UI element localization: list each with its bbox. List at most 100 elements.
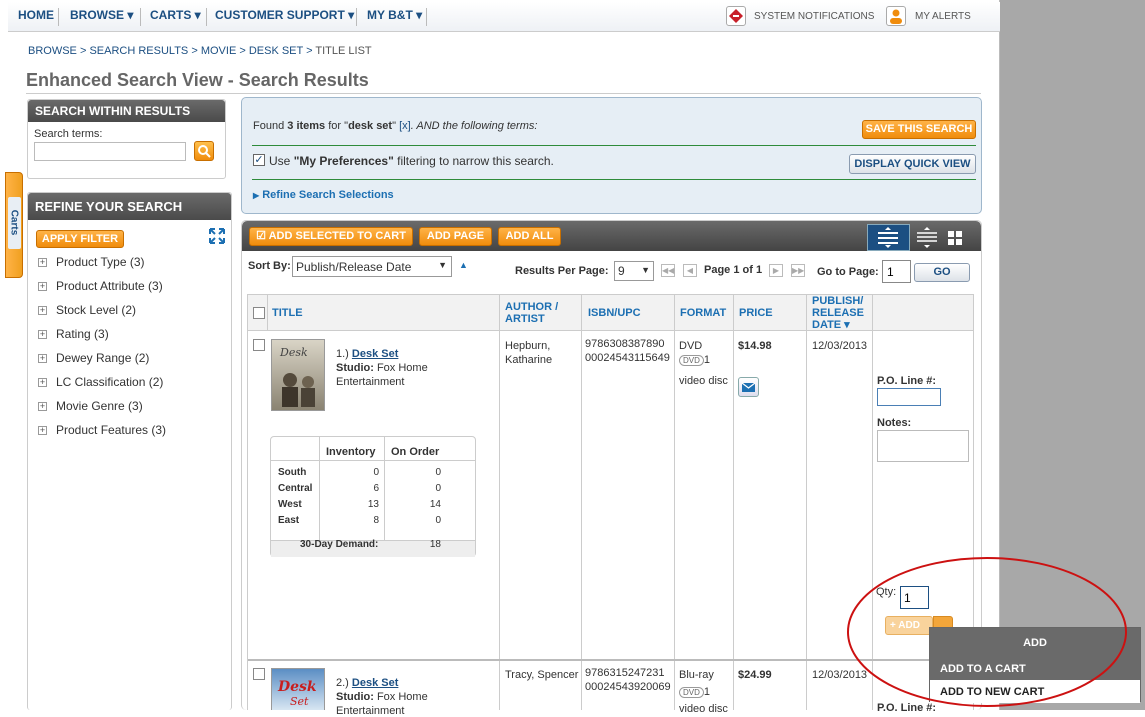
previous-page-icon[interactable]: ◀ (683, 264, 697, 277)
system-notifications-icon[interactable] (726, 6, 746, 26)
expand-plus-icon[interactable]: + (38, 330, 47, 339)
expand-plus-icon[interactable]: + (38, 378, 47, 387)
expand-plus-icon[interactable]: + (38, 426, 47, 435)
detail-view-icon[interactable] (914, 226, 940, 249)
refine-item[interactable]: + Movie Genre (3) (38, 399, 143, 413)
inventory-header: Inventory (326, 446, 376, 458)
title-link[interactable]: Desk Set (352, 677, 398, 689)
sort-ascending-icon[interactable]: ▲ (459, 260, 468, 270)
refine-item[interactable]: + Stock Level (2) (38, 303, 136, 317)
nav-customer-support[interactable]: CUSTOMER SUPPORT ▾ (215, 8, 354, 22)
remove-term-link[interactable]: [x] (399, 120, 411, 132)
breadcrumb-desk-set[interactable]: DESK SET (249, 45, 303, 57)
breadcrumb-movie[interactable]: MOVIE (201, 45, 236, 57)
author-text: Katharine (505, 354, 553, 366)
search-button[interactable] (194, 141, 214, 161)
breadcrumb-title-list: TITLE LIST (315, 45, 372, 57)
svg-text:Desk: Desk (277, 679, 317, 695)
go-to-page-label: Go to Page: (817, 266, 879, 278)
add-page-button[interactable]: ADD PAGE (419, 227, 492, 246)
format-text: video disc (679, 375, 728, 387)
refine-item[interactable]: + LC Classification (2) (38, 375, 163, 389)
column-divider (674, 295, 675, 710)
add-all-button[interactable]: ADD ALL (498, 227, 561, 246)
column-divider (267, 295, 268, 331)
expand-plus-icon[interactable]: + (38, 258, 47, 267)
system-notifications-link[interactable]: SYSTEM NOTIFICATIONS (754, 11, 874, 22)
found-text: Found 3 items for "desk set" [x]. AND th… (253, 120, 538, 132)
on-order-value: 0 (435, 515, 441, 526)
sort-by-select[interactable]: Publish/Release Date ▼ (292, 256, 452, 277)
row-checkbox[interactable] (253, 339, 265, 351)
studio-text: Studio: Fox Home (336, 691, 428, 703)
refine-item[interactable]: + Product Type (3) (38, 255, 145, 269)
results-per-page-select[interactable]: 9 ▼ (614, 261, 654, 281)
last-page-icon[interactable]: ▶▶ (791, 264, 805, 277)
annotation-ellipse (847, 557, 1127, 707)
user-alert-icon[interactable] (886, 6, 906, 26)
cover-image[interactable]: Desk Set (271, 668, 325, 710)
column-divider (806, 295, 807, 710)
breadcrumb: BROWSE > SEARCH RESULTS > MOVIE > DESK S… (28, 45, 372, 57)
email-icon[interactable] (738, 377, 759, 397)
format-text: video disc (679, 703, 728, 715)
title-link[interactable]: Desk Set (352, 348, 398, 360)
format-text: DVD (679, 340, 703, 352)
expand-icon[interactable] (209, 228, 225, 247)
carts-side-tab[interactable]: Carts (5, 172, 23, 278)
refine-selections-link[interactable]: ▶ Refine Search Selections (253, 189, 394, 201)
nav-my-bt[interactable]: MY B&T ▾ (367, 8, 422, 22)
go-to-page-input[interactable] (882, 260, 911, 283)
cover-image[interactable]: Desk (271, 339, 325, 411)
expand-plus-icon[interactable]: + (38, 402, 47, 411)
my-alerts-link[interactable]: MY ALERTS (915, 11, 971, 22)
save-search-button[interactable]: SAVE THIS SEARCH (862, 120, 976, 139)
nav-separator (206, 8, 207, 26)
demand-label: 30-Day Demand: (300, 539, 379, 550)
breadcrumb-browse[interactable]: BROWSE (28, 45, 77, 57)
search-terms-input[interactable] (34, 142, 186, 161)
column-publish-date[interactable]: PUBLISH/ RELEASE DATE ▾ (812, 295, 870, 331)
search-summary-box: Found 3 items for "desk set" [x]. AND th… (241, 97, 982, 214)
column-title[interactable]: TITLE (272, 307, 303, 319)
notes-textarea[interactable] (877, 430, 969, 462)
refine-item[interactable]: + Dewey Range (2) (38, 351, 149, 365)
nav-home[interactable]: HOME (18, 8, 54, 22)
select-all-checkbox[interactable] (253, 307, 265, 319)
column-divider (499, 295, 500, 710)
refine-item[interactable]: + Product Attribute (3) (38, 279, 163, 293)
preferences-checkbox[interactable]: ✓ (253, 154, 265, 166)
nav-carts[interactable]: CARTS ▾ (150, 8, 201, 22)
demand-value: 18 (429, 539, 441, 550)
isbn-text: 9786308387890 (585, 338, 665, 350)
expand-plus-icon[interactable]: + (38, 354, 47, 363)
apply-filter-button[interactable]: APPLY FILTER (36, 230, 124, 248)
upc-text: 00024543920069 (585, 681, 671, 693)
checkbox-icon: ☑ (256, 230, 266, 242)
date-text: 12/03/2013 (812, 340, 868, 352)
inventory-value: 0 (373, 467, 379, 478)
column-author[interactable]: AUTHOR / ARTIST (505, 301, 577, 325)
next-page-icon[interactable]: ▶ (769, 264, 783, 277)
po-line-input[interactable] (877, 388, 941, 406)
nav-browse[interactable]: BROWSE ▾ (70, 8, 133, 22)
refine-item[interactable]: + Product Features (3) (38, 423, 166, 437)
price-text: $24.99 (738, 669, 772, 681)
studio-text: Studio: Fox Home (336, 362, 428, 374)
column-isbn[interactable]: ISBN/UPC (588, 307, 641, 319)
list-view-icon[interactable] (867, 224, 910, 251)
warehouse-label: West (278, 499, 302, 510)
column-format[interactable]: FORMAT (680, 307, 726, 319)
grid-view-icon[interactable] (944, 226, 966, 249)
breadcrumb-search-results[interactable]: SEARCH RESULTS (89, 45, 188, 57)
column-price[interactable]: PRICE (739, 307, 773, 319)
go-button[interactable]: GO (914, 263, 970, 282)
isbn-text: 9786315247231 (585, 667, 665, 679)
refine-item[interactable]: + Rating (3) (38, 327, 109, 341)
display-quick-view-button[interactable]: DISPLAY QUICK VIEW (849, 154, 976, 174)
row-checkbox[interactable] (253, 668, 265, 680)
add-selected-to-cart-button[interactable]: ☑ ADD SELECTED TO CART (249, 227, 413, 246)
first-page-icon[interactable]: ◀◀ (661, 264, 675, 277)
expand-plus-icon[interactable]: + (38, 306, 47, 315)
expand-plus-icon[interactable]: + (38, 282, 47, 291)
